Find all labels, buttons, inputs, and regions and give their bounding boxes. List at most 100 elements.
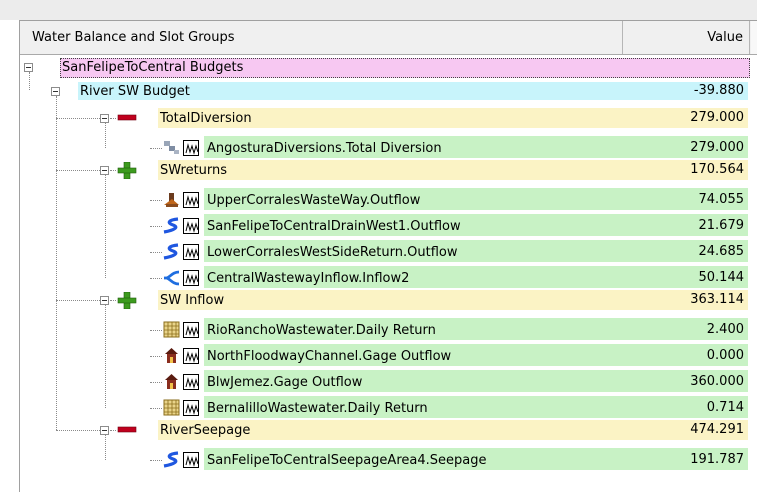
group-label: TotalDiversion [160, 111, 252, 126]
data-table-icon [163, 399, 180, 420]
tree-leaf-row[interactable]: SanFelipeToCentralDrainWest1.Outflow 21.6… [20, 212, 757, 238]
series-plot-icon [183, 218, 199, 234]
tree-connector [150, 408, 162, 409]
tree-guide-line [105, 435, 106, 460]
tree-group-row[interactable]: SW Inflow 363.114 [20, 290, 757, 316]
leaf-value: 279.000 [690, 140, 744, 155]
collapse-toggle[interactable] [24, 63, 33, 72]
leaf-label: BlwJemez.Gage Outflow [207, 375, 363, 390]
tree-guide-line [105, 175, 106, 278]
series-plot-icon [183, 140, 199, 156]
gage-house-icon [163, 373, 180, 394]
tree-leaf-row[interactable]: CentralWastewayInflow.Inflow2 50.144 [20, 264, 757, 290]
pump-return-icon [163, 191, 180, 212]
tree-group-row[interactable]: SWreturns 170.564 [20, 160, 757, 186]
root-label: SanFelipeToCentral Budgets [62, 60, 244, 75]
leaf-label: SanFelipeToCentralDrainWest1.Outflow [207, 219, 461, 234]
collapse-toggle[interactable] [100, 166, 109, 175]
tree-leaf-row[interactable]: AngosturaDiversions.Total Diversion 279.0… [20, 134, 757, 160]
diversion-object-icon [163, 139, 180, 160]
tree-connector [110, 300, 116, 301]
series-plot-icon [183, 374, 199, 390]
minus-icon [117, 110, 137, 131]
tree-connector [56, 118, 100, 119]
leaf-label: SanFelipeToCentralSeepageArea4.Seepage [207, 453, 487, 468]
group-value: 474.291 [690, 422, 744, 437]
group-value: 170.564 [690, 162, 744, 177]
tree-connector [110, 118, 116, 119]
minus-icon [117, 422, 137, 443]
tree-connector [110, 170, 116, 171]
collapse-toggle[interactable] [51, 87, 60, 96]
group-label: RiverSeepage [160, 423, 251, 438]
column-header-name[interactable]: Water Balance and Slot Groups [20, 21, 623, 54]
collapse-toggle[interactable] [100, 114, 109, 123]
leaf-label: LowerCorralesWestSideReturn.Outflow [207, 245, 458, 260]
tree-connector [150, 460, 162, 461]
series-plot-icon [183, 192, 199, 208]
tree-guide-line [105, 123, 106, 148]
leaf-value: 191.787 [690, 452, 744, 467]
tree-connector [56, 170, 100, 171]
leaf-value: 0.714 [706, 400, 744, 415]
tree-budget-row[interactable]: River SW Budget -39.880 [20, 82, 757, 108]
tree-connector [150, 382, 162, 383]
leaf-label: RioRanchoWastewater.Daily Return [207, 323, 436, 338]
plus-icon [117, 161, 137, 183]
gage-house-icon [163, 347, 180, 368]
collapse-toggle[interactable] [100, 426, 109, 435]
group-label: SW Inflow [160, 293, 225, 308]
tree-leaf-row[interactable]: UpperCorralesWasteWay.Outflow 74.055 [20, 186, 757, 212]
group-value: 363.114 [690, 292, 744, 307]
plus-icon [117, 291, 137, 313]
reach-icon [163, 243, 180, 264]
tree-group-row[interactable]: TotalDiversion 279.000 [20, 108, 757, 134]
leaf-value: 50.144 [698, 270, 745, 285]
tree-leaf-row[interactable]: NorthFloodwayChannel.Gage Outflow 0.000 [20, 342, 757, 368]
tree-connector [150, 252, 162, 253]
leaf-value: 0.000 [706, 348, 744, 363]
column-header-value[interactable]: Value [624, 21, 750, 54]
row-highlight [158, 290, 748, 310]
tree-connector [150, 330, 162, 331]
series-plot-icon [183, 322, 199, 338]
reach-icon [163, 217, 180, 238]
tree-connector [56, 430, 100, 431]
tree-leaf-row[interactable]: SanFelipeToCentralSeepageArea4.Seepage 19… [20, 446, 757, 472]
series-plot-icon [183, 244, 199, 260]
budget-label: River SW Budget [80, 84, 190, 99]
tree-connector [110, 430, 116, 431]
tree-table: Water Balance and Slot Groups Value SanF… [19, 20, 757, 492]
leaf-label: AngosturaDiversions.Total Diversion [207, 141, 442, 156]
series-plot-icon [183, 400, 199, 416]
leaf-value: 21.679 [698, 218, 745, 233]
top-strip [0, 0, 757, 20]
data-table-icon [163, 321, 180, 342]
tree-root-row[interactable]: SanFelipeToCentral Budgets [20, 56, 757, 82]
reach-icon [163, 451, 180, 472]
tree-leaf-row[interactable]: LowerCorralesWestSideReturn.Outflow 24.68… [20, 238, 757, 264]
confluence-icon [163, 269, 180, 290]
leaf-label: BernalilloWastewater.Daily Return [207, 401, 428, 416]
leaf-value: 2.400 [706, 322, 744, 337]
tree-guide-line [105, 305, 106, 408]
collapse-toggle[interactable] [100, 296, 109, 305]
tree-connector [150, 278, 162, 279]
tree-guide-line [56, 96, 57, 430]
leaf-value: 24.685 [698, 244, 745, 259]
leaf-value: 74.055 [698, 192, 745, 207]
leaf-label: UpperCorralesWasteWay.Outflow [207, 193, 421, 208]
leaf-label: NorthFloodwayChannel.Gage Outflow [207, 349, 452, 364]
tree-connector [150, 356, 162, 357]
series-plot-icon [183, 348, 199, 364]
group-value: 279.000 [690, 110, 744, 125]
tree-leaf-row[interactable]: BlwJemez.Gage Outflow 360.000 [20, 368, 757, 394]
group-label: SWreturns [160, 163, 228, 178]
column-header: Water Balance and Slot Groups Value [20, 21, 757, 55]
tree-group-row[interactable]: RiverSeepage 474.291 [20, 420, 757, 446]
leaf-label: CentralWastewayInflow.Inflow2 [207, 271, 410, 286]
tree-leaf-row[interactable]: BernalilloWastewater.Daily Return 0.714 [20, 394, 757, 420]
column-header-filler [751, 21, 757, 54]
tree-leaf-row[interactable]: RioRanchoWastewater.Daily Return 2.400 [20, 316, 757, 342]
tree-connector [150, 148, 162, 149]
